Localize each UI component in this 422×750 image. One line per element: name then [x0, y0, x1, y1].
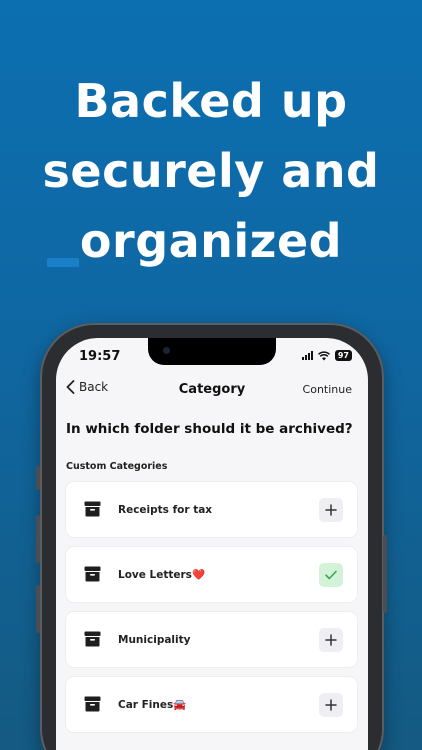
category-row[interactable]: Receipts for tax — [66, 482, 357, 537]
chevron-left-icon — [66, 380, 75, 394]
add-button[interactable] — [319, 498, 343, 522]
battery-indicator: 97 — [334, 350, 352, 361]
headline: Backed up securely and organized — [0, 66, 422, 276]
plus-icon — [325, 504, 337, 516]
phone-volume-down — [36, 585, 40, 633]
plus-icon — [325, 699, 337, 711]
category-label: Municipality — [118, 633, 191, 646]
archive-box-icon — [84, 631, 101, 647]
add-button[interactable] — [319, 693, 343, 717]
selected-check-button[interactable] — [319, 563, 343, 587]
status-time: 19:57 — [79, 349, 121, 364]
decorative-bar — [47, 258, 79, 267]
plus-icon — [325, 634, 337, 646]
archive-box-icon — [84, 501, 101, 517]
category-label: Car Fines🚘 — [118, 699, 187, 711]
category-emoji: ❤️ — [191, 569, 206, 581]
section-label: Custom Categories — [66, 461, 168, 472]
phone-screen: 19:57 97 Back Category Continue In which… — [56, 338, 368, 750]
back-button[interactable]: Back — [66, 380, 108, 394]
wifi-icon — [317, 350, 330, 360]
archive-box-icon — [84, 696, 101, 712]
category-emoji: 🚘 — [173, 699, 187, 711]
category-label: Receipts for tax — [118, 503, 213, 516]
archive-box-icon — [84, 566, 101, 582]
phone-power-button — [383, 535, 387, 613]
signal-icon — [301, 351, 313, 360]
navigation-bar: Back Category Continue — [56, 380, 368, 404]
headline-line-2: securely and — [42, 144, 380, 198]
category-row[interactable]: Love Letters❤️ — [66, 547, 357, 602]
camera-icon — [163, 347, 170, 354]
question-heading: In which folder should it be archived? — [66, 421, 353, 437]
category-row[interactable]: Municipality — [66, 612, 357, 667]
phone-volume-up — [36, 515, 40, 563]
category-row[interactable]: Car Fines🚘 — [66, 677, 357, 732]
category-list: Receipts for tax Love Letters❤️ Municipali… — [66, 482, 357, 742]
add-button[interactable] — [319, 628, 343, 652]
headline-line-1: Backed up — [74, 74, 348, 128]
continue-button[interactable]: Continue — [303, 383, 352, 396]
check-icon — [325, 570, 337, 580]
status-icons: 97 — [301, 350, 352, 361]
category-label: Love Letters❤️ — [118, 569, 206, 581]
back-label: Back — [79, 380, 109, 394]
phone-mute-switch — [36, 466, 40, 490]
